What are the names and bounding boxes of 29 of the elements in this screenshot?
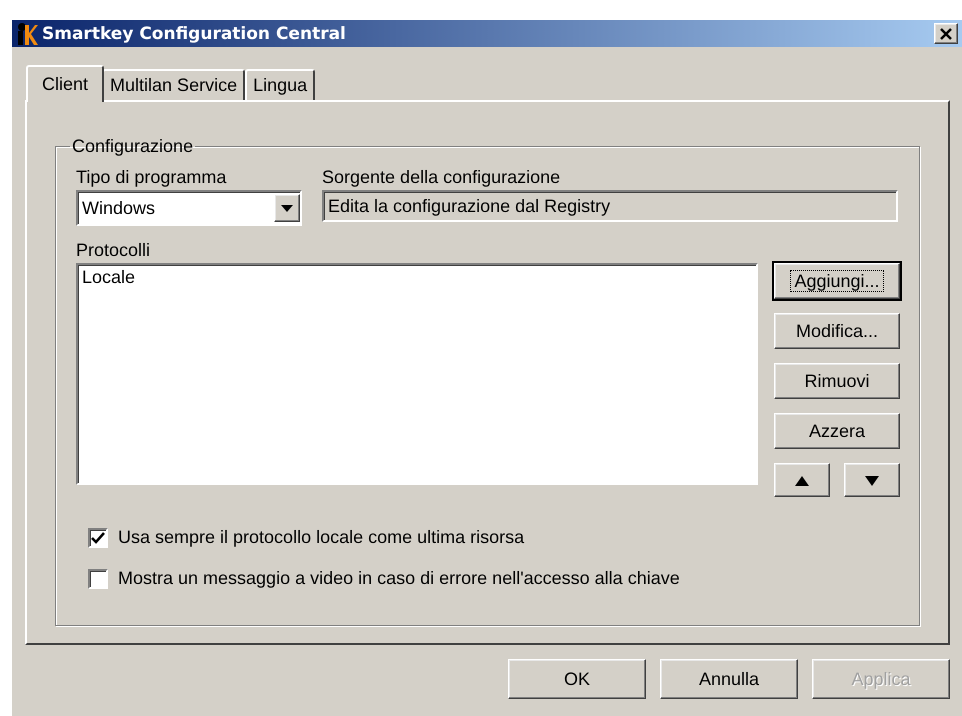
up-arrow-icon	[795, 476, 809, 486]
close-icon	[939, 28, 953, 40]
field-label: Sorgente della configurazione	[322, 167, 562, 188]
dialog-button[interactable]: OK	[508, 659, 646, 699]
down-arrow-icon	[865, 476, 879, 486]
checkbox[interactable]	[88, 568, 108, 588]
list-item[interactable]: Locale	[82, 267, 752, 288]
group-title: Configurazione	[71, 136, 194, 157]
action-button[interactable]: Modifica...	[774, 313, 900, 349]
move-up-button[interactable]	[774, 463, 830, 497]
field-label: Tipo di programma	[76, 167, 228, 188]
dropdown-arrow-icon	[281, 204, 293, 212]
checkbox-label: Usa sempre il protocollo locale come ultima risorsa	[118, 527, 524, 548]
key-logo-icon	[16, 22, 38, 46]
window-title: Smartkey Configuration Central	[42, 24, 347, 44]
tab[interactable]: Client	[26, 65, 104, 102]
action-button[interactable]: Rimuovi	[774, 363, 900, 399]
checkbox-label: Mostra un messaggio a video in caso di errore nell'accesso alla chiave	[118, 568, 680, 589]
action-button[interactable]: Aggiungi...	[774, 263, 900, 299]
action-button[interactable]: Azzera	[774, 413, 900, 449]
dialog-button[interactable]: Annulla	[660, 659, 798, 699]
config-source-field: Edita la configurazione dal Registry	[322, 190, 898, 222]
program-type-dropdown[interactable]: Windows	[76, 190, 302, 226]
tab[interactable]: Lingua	[245, 69, 316, 100]
tab[interactable]: Multilan Service	[102, 69, 246, 100]
checkbox[interactable]	[88, 528, 108, 548]
close-button[interactable]	[934, 23, 958, 44]
list-label: Protocolli	[76, 240, 152, 261]
move-down-button[interactable]	[844, 463, 900, 497]
